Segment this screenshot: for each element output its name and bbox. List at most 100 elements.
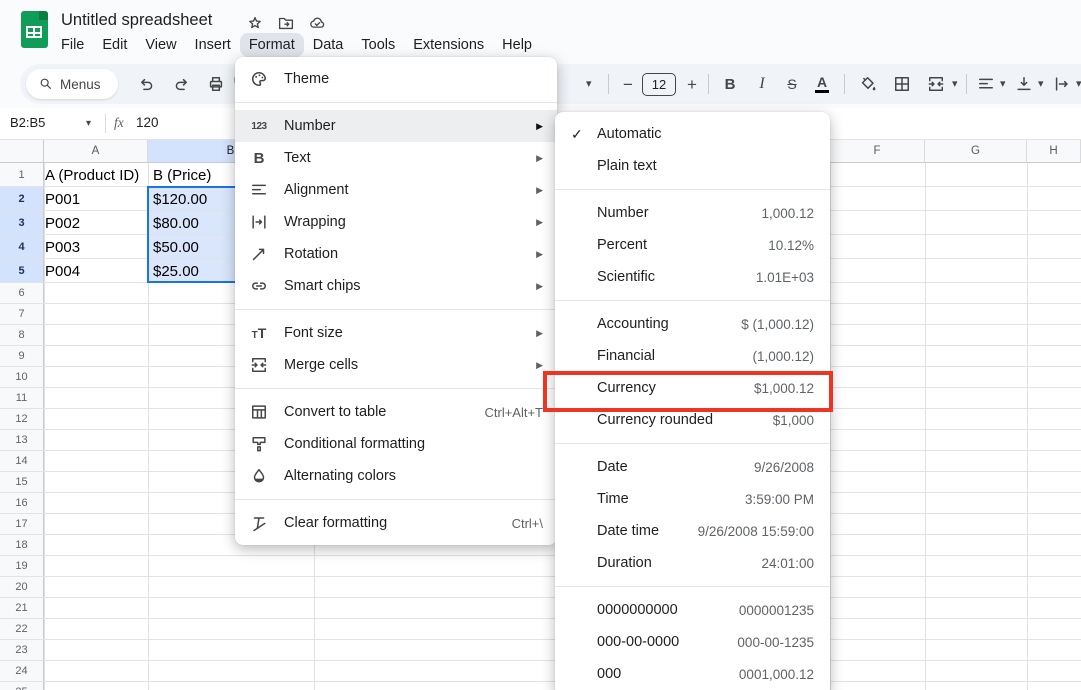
number-format-item-accounting[interactable]: Accounting$ (1,000.12) [555, 308, 830, 340]
menubar-item-extensions[interactable]: Extensions [404, 33, 493, 57]
horizontal-align-button[interactable] [976, 74, 996, 94]
menubar-item-data[interactable]: Data [304, 33, 353, 57]
text-wrapping-button[interactable] [1052, 74, 1072, 94]
italic-button[interactable]: I [752, 74, 772, 94]
format-menu-item-smart-chips[interactable]: Smart chips▶ [235, 270, 557, 302]
format-menu-item-font-size[interactable]: TTFont size▶ [235, 317, 557, 349]
align-caret-icon[interactable]: ▾ [1000, 77, 1006, 90]
row-header-20[interactable]: 20 [0, 577, 44, 598]
cell-A5[interactable]: P004 [45, 259, 147, 283]
column-header-H[interactable]: H [1027, 140, 1081, 163]
name-box[interactable]: B2:B5 [10, 115, 45, 130]
row-header-18[interactable]: 18 [0, 535, 44, 556]
cell-A2[interactable]: P001 [45, 187, 147, 211]
number-format-item-date[interactable]: Date9/26/2008 [555, 451, 830, 483]
row-header-7[interactable]: 7 [0, 304, 44, 325]
format-menu-item-conditional-formatting[interactable]: Conditional formatting [235, 428, 557, 460]
strikethrough-button[interactable]: S [782, 74, 802, 94]
format-menu-item-theme[interactable]: Theme [235, 63, 557, 95]
number-format-item-plain-text[interactable]: Plain text [555, 150, 830, 182]
fill-color-button[interactable] [858, 74, 878, 94]
increase-font-size-button[interactable]: + [682, 74, 702, 94]
column-header-A[interactable]: A [44, 140, 148, 163]
format-menu-item-rotation[interactable]: Rotation▶ [235, 238, 557, 270]
row-header-14[interactable]: 14 [0, 451, 44, 472]
number-format-item-0000000000[interactable]: 00000000000000001235 [555, 594, 830, 626]
cell-A3[interactable]: P002 [45, 211, 147, 235]
print-button[interactable] [206, 74, 226, 94]
number-format-item-percent[interactable]: Percent10.12% [555, 229, 830, 261]
menubar-item-help[interactable]: Help [493, 33, 541, 57]
merge-caret-icon[interactable]: ▾ [952, 77, 958, 90]
decrease-font-size-button[interactable]: − [618, 74, 638, 94]
row-header-25[interactable]: 25 [0, 682, 44, 690]
menus-search[interactable]: Menus [26, 69, 118, 99]
wrap-caret-icon[interactable]: ▾ [1076, 77, 1081, 90]
menubar-item-edit[interactable]: Edit [93, 33, 136, 57]
menubar-item-format[interactable]: Format [240, 33, 304, 57]
row-header-6[interactable]: 6 [0, 283, 44, 304]
row-header-10[interactable]: 10 [0, 367, 44, 388]
merge-cells-button[interactable] [926, 74, 946, 94]
row-header-24[interactable]: 24 [0, 661, 44, 682]
row-header-4[interactable]: 4 [0, 235, 44, 259]
row-header-22[interactable]: 22 [0, 619, 44, 640]
format-menu-item-wrapping[interactable]: Wrapping▶ [235, 206, 557, 238]
undo-button[interactable] [136, 74, 156, 94]
cell-A1[interactable]: A (Product ID) [45, 163, 147, 187]
cell-A4[interactable]: P003 [45, 235, 147, 259]
valign-caret-icon[interactable]: ▾ [1038, 77, 1044, 90]
column-header-F[interactable]: F [830, 140, 925, 163]
redo-button[interactable] [172, 74, 192, 94]
grid-corner-box[interactable] [0, 140, 44, 163]
number-format-item-scientific[interactable]: Scientific1.01E+03 [555, 261, 830, 293]
number-format-item-date-time[interactable]: Date time9/26/2008 15:59:00 [555, 515, 830, 547]
row-header-12[interactable]: 12 [0, 409, 44, 430]
format-menu-item-text[interactable]: BText▶ [235, 142, 557, 174]
row-header-23[interactable]: 23 [0, 640, 44, 661]
menubar-item-tools[interactable]: Tools [352, 33, 404, 57]
move-folder-icon[interactable] [277, 14, 295, 32]
row-header-19[interactable]: 19 [0, 556, 44, 577]
vertical-align-button[interactable] [1014, 74, 1034, 94]
format-menu-item-number[interactable]: 123Number▶ [235, 110, 557, 142]
caret-down-icon[interactable]: ▾ [586, 77, 592, 90]
menubar-item-file[interactable]: File [52, 33, 93, 57]
row-header-8[interactable]: 8 [0, 325, 44, 346]
menubar-item-insert[interactable]: Insert [186, 33, 240, 57]
row-header-11[interactable]: 11 [0, 388, 44, 409]
row-header-17[interactable]: 17 [0, 514, 44, 535]
row-header-16[interactable]: 16 [0, 493, 44, 514]
format-menu-item-convert-to-table[interactable]: Convert to tableCtrl+Alt+T [235, 396, 557, 428]
row-header-2[interactable]: 2 [0, 187, 44, 211]
column-header-G[interactable]: G [925, 140, 1027, 163]
number-format-item-financial[interactable]: Financial(1,000.12) [555, 340, 830, 372]
row-header-1[interactable]: 1 [0, 163, 44, 187]
number-format-item-000-00-0000[interactable]: 000-00-0000000-00-1235 [555, 626, 830, 658]
row-header-3[interactable]: 3 [0, 211, 44, 235]
number-format-item-time[interactable]: Time3:59:00 PM [555, 483, 830, 515]
format-menu-item-merge-cells[interactable]: Merge cells▶ [235, 349, 557, 381]
row-header-15[interactable]: 15 [0, 472, 44, 493]
number-format-item-automatic[interactable]: ✓Automatic [555, 118, 830, 150]
name-box-caret-icon[interactable]: ▾ [86, 118, 91, 129]
row-header-9[interactable]: 9 [0, 346, 44, 367]
formula-input[interactable]: 120 [136, 115, 159, 130]
number-format-item-duration[interactable]: Duration24:01:00 [555, 547, 830, 579]
row-header-21[interactable]: 21 [0, 598, 44, 619]
borders-button[interactable] [892, 74, 912, 94]
format-menu-item-clear-formatting[interactable]: Clear formattingCtrl+\ [235, 507, 557, 539]
star-icon[interactable] [246, 14, 264, 32]
format-menu-item-alignment[interactable]: Alignment▶ [235, 174, 557, 206]
bold-button[interactable]: B [720, 74, 740, 94]
document-title[interactable]: Untitled spreadsheet [61, 11, 212, 30]
menubar-item-view[interactable]: View [136, 33, 185, 57]
sheets-logo-icon[interactable] [21, 11, 48, 48]
text-color-button[interactable]: A [812, 74, 832, 94]
number-format-item-number[interactable]: Number1,000.12 [555, 197, 830, 229]
format-menu-item-alternating-colors[interactable]: Alternating colors [235, 460, 557, 492]
row-header-13[interactable]: 13 [0, 430, 44, 451]
number-format-item-000[interactable]: 0000001,000.12 [555, 658, 830, 690]
row-header-5[interactable]: 5 [0, 259, 44, 283]
font-size-input[interactable]: 12 [642, 73, 676, 96]
